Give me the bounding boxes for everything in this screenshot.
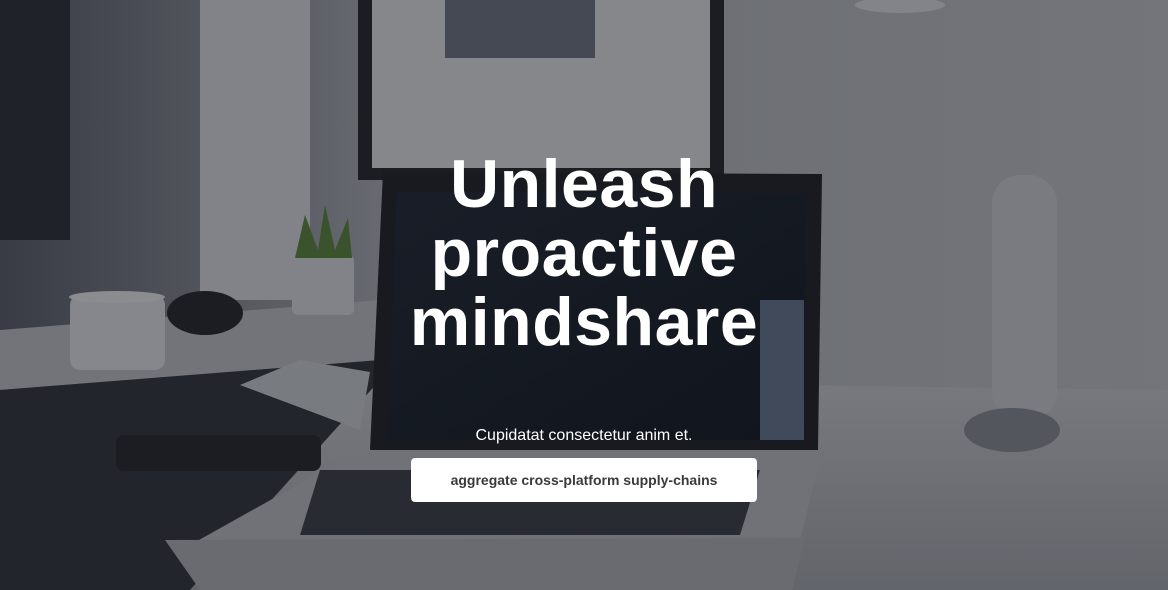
hero-section: Unleash proactive mindshare Cupidatat co… [0, 0, 1168, 590]
hero-headline-line: mindshare [409, 284, 759, 360]
hero-headline-line: proactive [430, 215, 738, 291]
hero-subheading: Cupidatat consectetur anim et. [475, 427, 693, 444]
cta-button[interactable]: aggregate cross-platform supply-chains [411, 458, 757, 502]
hero-headline-line: Unleash [449, 146, 719, 222]
hero-headline: Unleash proactive mindshare [0, 150, 1168, 357]
hero-content: Unleash proactive mindshare Cupidatat co… [0, 0, 1168, 590]
